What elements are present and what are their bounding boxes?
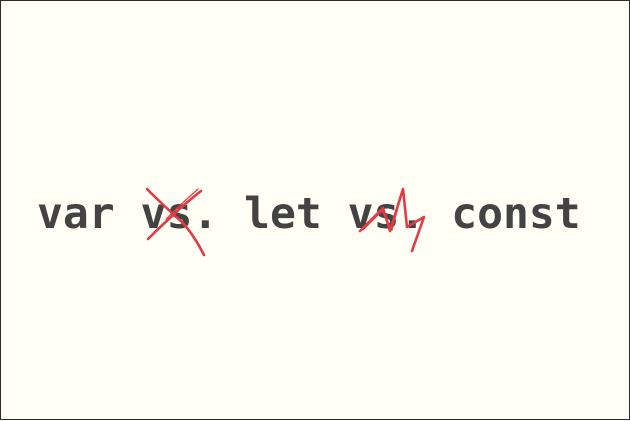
title-card: var vs. let vs. const	[0, 0, 630, 420]
headline-text: var vs. let vs. const	[37, 189, 581, 239]
